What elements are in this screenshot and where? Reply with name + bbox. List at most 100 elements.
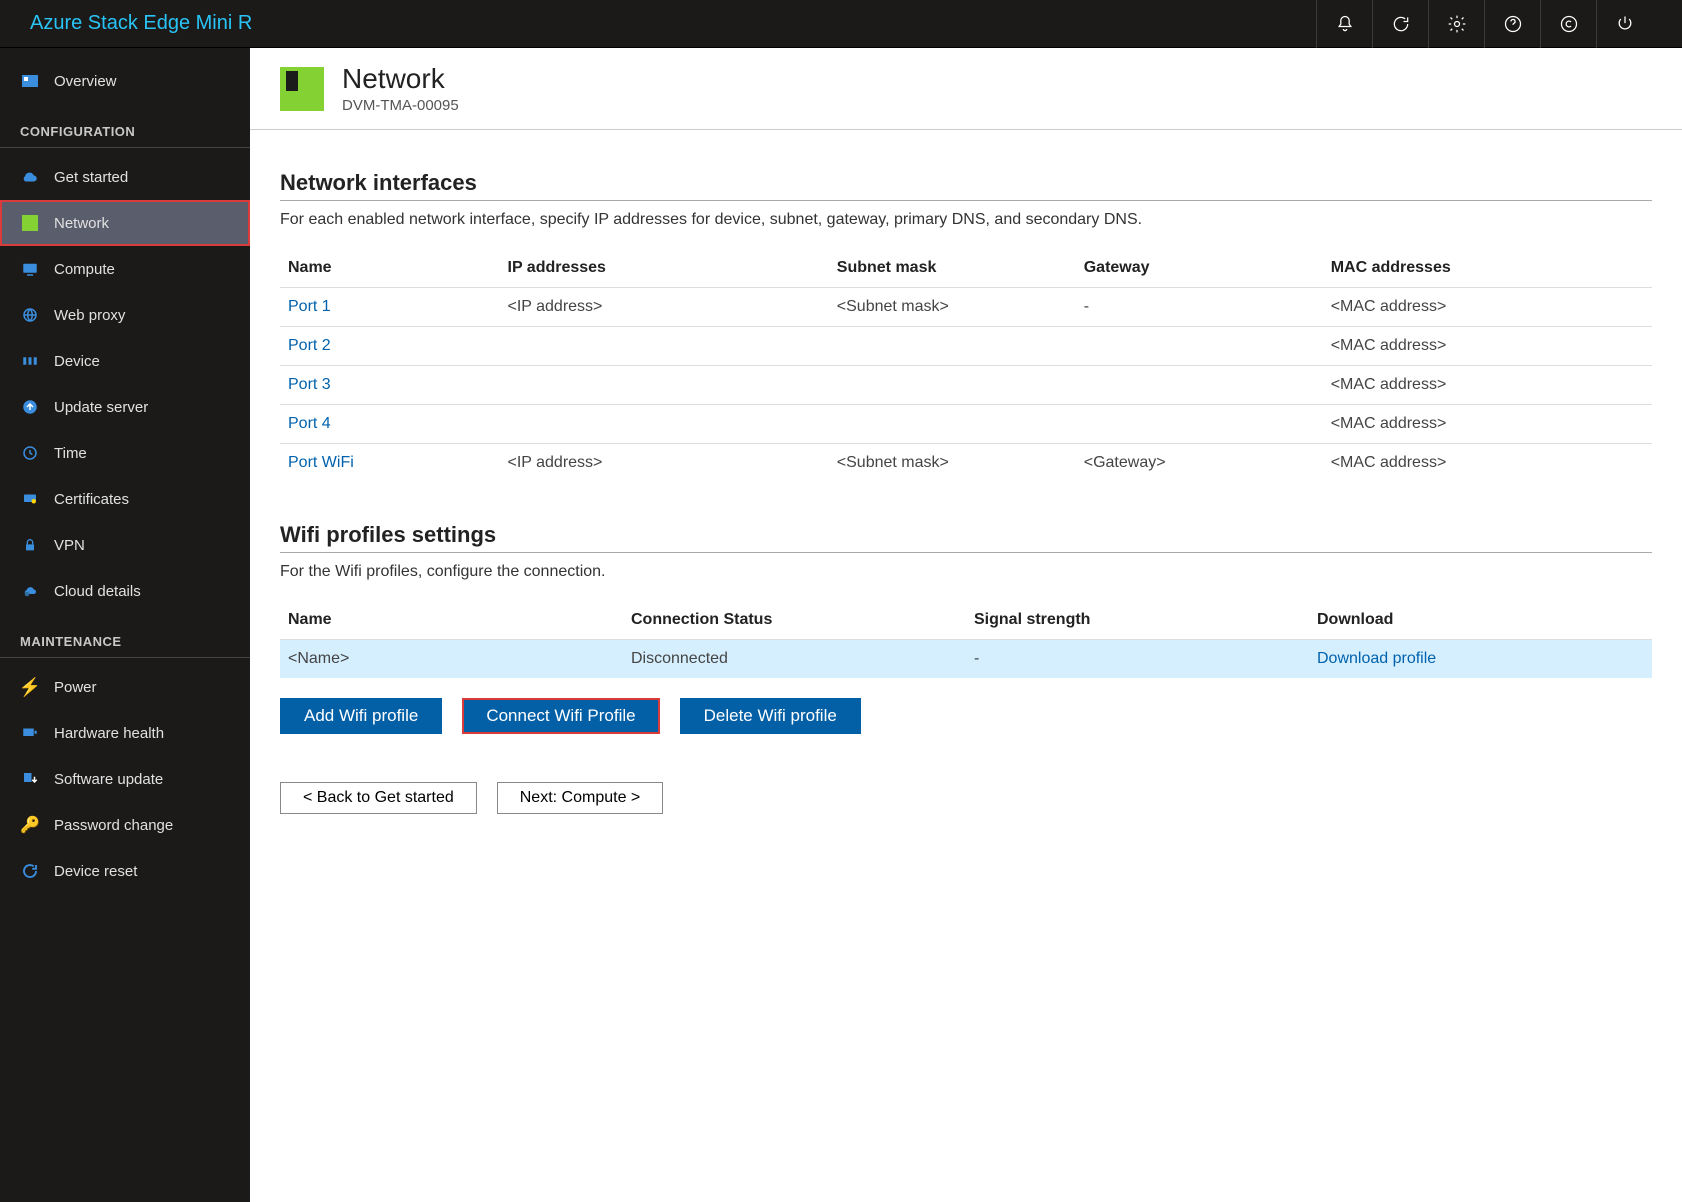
copyright-icon[interactable] [1540, 0, 1596, 48]
cell-ip [500, 366, 829, 405]
cell-gateway [1076, 327, 1323, 366]
sidebar-item-vpn[interactable]: VPN [0, 522, 250, 568]
interfaces-table: Name IP addresses Subnet mask Gateway MA… [280, 249, 1652, 482]
wifi-col-name: Name [280, 601, 623, 640]
sidebar-item-label: Software update [54, 771, 163, 788]
header-toolbar [1316, 0, 1652, 47]
wifi-table: Name Connection Status Signal strength D… [280, 601, 1652, 678]
col-subnet: Subnet mask [829, 249, 1076, 288]
header: Azure Stack Edge Mini R [0, 0, 1682, 48]
delete-wifi-profile-button[interactable]: Delete Wifi profile [680, 698, 861, 734]
sidebar-item-label: Password change [54, 817, 173, 834]
page-icon [280, 67, 324, 111]
bolt-icon: ⚡ [20, 677, 40, 697]
wifi-button-row: Add Wifi profile Connect Wifi Profile De… [280, 698, 1652, 734]
cell-mac: <MAC address> [1323, 444, 1652, 483]
interfaces-section-desc: For each enabled network interface, spec… [280, 211, 1652, 229]
sidebar-item-get-started[interactable]: Get started [0, 154, 250, 200]
table-row: Port 2 <MAC address> [280, 327, 1652, 366]
sidebar-item-password-change[interactable]: 🔑 Password change [0, 802, 250, 848]
wifi-col-status: Connection Status [623, 601, 966, 640]
back-button[interactable]: < Back to Get started [280, 782, 477, 814]
cell-ip: <IP address> [500, 444, 829, 483]
sidebar-item-label: Hardware health [54, 725, 164, 742]
update-icon [20, 397, 40, 417]
sidebar-item-label: Certificates [54, 491, 129, 508]
sidebar-item-software-update[interactable]: Software update [0, 756, 250, 802]
wifi-section-desc: For the Wifi profiles, configure the con… [280, 563, 1652, 581]
device-icon [20, 351, 40, 371]
cell-subnet [829, 327, 1076, 366]
software-update-icon [20, 769, 40, 789]
add-wifi-profile-button[interactable]: Add Wifi profile [280, 698, 442, 734]
sidebar-item-label: Update server [54, 399, 148, 416]
cell-subnet [829, 405, 1076, 444]
table-row: Port 3 <MAC address> [280, 366, 1652, 405]
col-name: Name [280, 249, 500, 288]
sidebar-item-label: Get started [54, 169, 128, 186]
next-button[interactable]: Next: Compute > [497, 782, 664, 814]
wifi-cell-status: Disconnected [623, 640, 966, 679]
sidebar-item-compute[interactable]: Compute [0, 246, 250, 292]
wizard-nav-row: < Back to Get started Next: Compute > [280, 764, 1652, 814]
cell-mac: <MAC address> [1323, 405, 1652, 444]
notifications-icon[interactable] [1316, 0, 1372, 48]
connect-wifi-profile-button[interactable]: Connect Wifi Profile [462, 698, 659, 734]
power-icon[interactable] [1596, 0, 1652, 48]
port-link[interactable]: Port 2 [288, 337, 331, 354]
page-header: Network DVM-TMA-00095 [250, 48, 1682, 130]
sidebar-item-cloud-details[interactable]: Cloud details [0, 568, 250, 614]
wifi-col-signal: Signal strength [966, 601, 1309, 640]
settings-icon[interactable] [1428, 0, 1484, 48]
sidebar-item-label: Cloud details [54, 583, 141, 600]
lock-icon [20, 535, 40, 555]
sidebar-item-time[interactable]: Time [0, 430, 250, 476]
sidebar-item-device[interactable]: Device [0, 338, 250, 384]
sidebar-item-power[interactable]: ⚡ Power [0, 664, 250, 710]
cell-ip [500, 327, 829, 366]
hardware-icon [20, 723, 40, 743]
sidebar-item-update-server[interactable]: Update server [0, 384, 250, 430]
col-mac: MAC addresses [1323, 249, 1652, 288]
sidebar-item-device-reset[interactable]: Device reset [0, 848, 250, 894]
port-link[interactable]: Port 3 [288, 376, 331, 393]
page-title: Network [342, 63, 459, 95]
wifi-section-title: Wifi profiles settings [280, 522, 1652, 553]
sidebar-item-overview[interactable]: Overview [0, 58, 250, 104]
cell-subnet [829, 366, 1076, 405]
page-subtitle: DVM-TMA-00095 [342, 97, 459, 114]
col-gateway: Gateway [1076, 249, 1323, 288]
port-link[interactable]: Port 1 [288, 298, 331, 315]
cell-gateway: <Gateway> [1076, 444, 1323, 483]
sidebar-item-web-proxy[interactable]: Web proxy [0, 292, 250, 338]
cell-ip: <IP address> [500, 288, 829, 327]
compute-icon [20, 259, 40, 279]
clock-icon [20, 443, 40, 463]
help-icon[interactable] [1484, 0, 1540, 48]
interfaces-section-title: Network interfaces [280, 170, 1652, 201]
cell-gateway [1076, 405, 1323, 444]
cell-subnet: <Subnet mask> [829, 444, 1076, 483]
sidebar-item-network[interactable]: Network [0, 200, 250, 246]
table-row: Port 4 <MAC address> [280, 405, 1652, 444]
sidebar-item-hardware-health[interactable]: Hardware health [0, 710, 250, 756]
cell-mac: <MAC address> [1323, 288, 1652, 327]
port-link[interactable]: Port 4 [288, 415, 331, 432]
cell-gateway [1076, 366, 1323, 405]
sidebar-item-label: Compute [54, 261, 115, 278]
wifi-profile-row[interactable]: <Name> Disconnected - Download profile [280, 640, 1652, 679]
wifi-cell-name: <Name> [280, 640, 623, 679]
cloud-gear-icon [20, 581, 40, 601]
port-link[interactable]: Port WiFi [288, 454, 354, 471]
overview-icon [20, 71, 40, 91]
main-content: Network DVM-TMA-00095 Network interfaces… [250, 48, 1682, 1202]
wifi-col-download: Download [1309, 601, 1652, 640]
sidebar-item-label: Device [54, 353, 100, 370]
sidebar-item-certificates[interactable]: Certificates [0, 476, 250, 522]
download-profile-link[interactable]: Download profile [1317, 650, 1436, 667]
refresh-icon[interactable] [1372, 0, 1428, 48]
key-icon: 🔑 [20, 815, 40, 835]
cell-gateway: - [1076, 288, 1323, 327]
sidebar-item-label: Device reset [54, 863, 137, 880]
globe-icon [20, 305, 40, 325]
